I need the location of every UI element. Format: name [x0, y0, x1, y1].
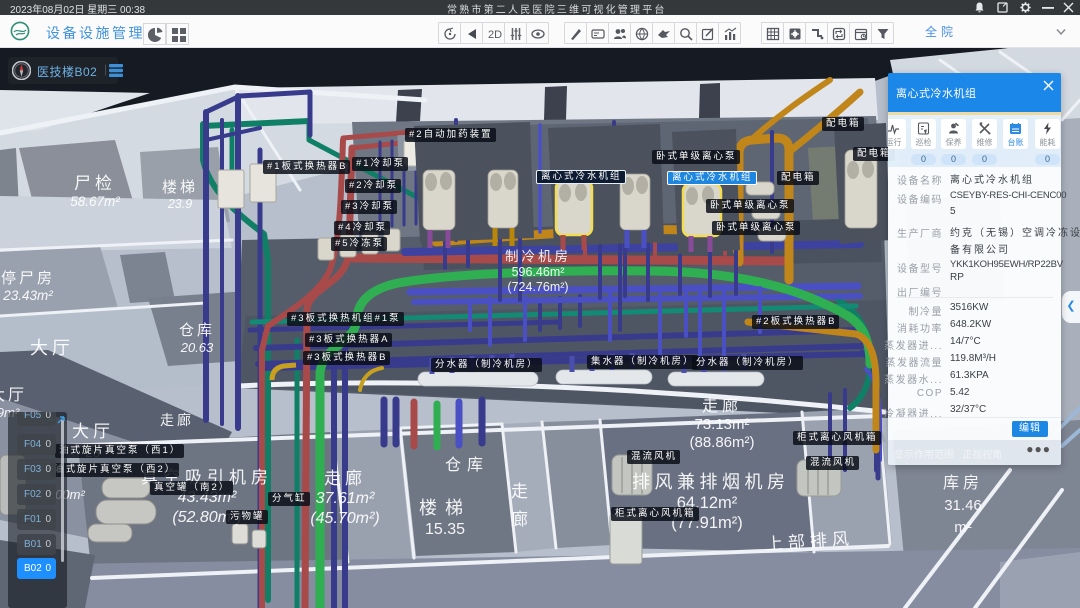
svg-text:2D: 2D [488, 29, 502, 41]
